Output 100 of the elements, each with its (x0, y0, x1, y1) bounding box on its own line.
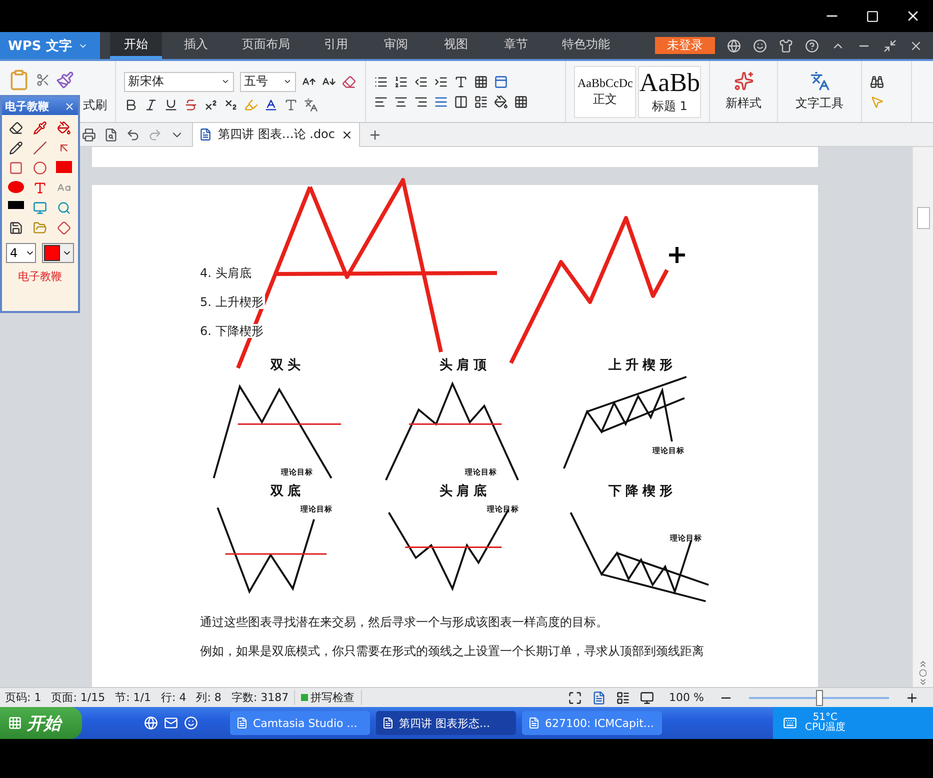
phonetic-icon[interactable] (304, 98, 318, 112)
tray-text: 51°C (812, 713, 838, 723)
bullet-list-icon[interactable] (374, 74, 388, 88)
page-view-icon[interactable] (592, 690, 606, 704)
indent-icon[interactable] (434, 74, 448, 88)
font-color-icon[interactable] (264, 98, 278, 112)
line-icon[interactable] (33, 141, 47, 155)
messenger-icon[interactable] (184, 716, 198, 730)
smile-icon[interactable] (753, 38, 767, 52)
mail-icon[interactable] (164, 716, 178, 730)
taskbar-window[interactable]: Camtasia Studio ... (230, 711, 370, 735)
font-size-field[interactable]: 五号 (240, 72, 296, 92)
taskbar-window[interactable]: 627100: ICMCapit... (522, 711, 662, 735)
font-name-field[interactable]: 新宋体 (124, 72, 234, 92)
ribbon-tab[interactable]: 引用 (310, 32, 362, 59)
search-icon[interactable] (57, 201, 71, 215)
outline-view-icon[interactable] (616, 690, 630, 704)
ribbon-tab[interactable]: 章节 (490, 32, 542, 59)
ellipse-icon[interactable] (33, 161, 47, 175)
maximize-icon[interactable] (866, 10, 879, 22)
zoom-slider-thumb[interactable] (816, 690, 824, 706)
underline-icon[interactable] (164, 98, 178, 112)
format-painter-label[interactable]: 式刷 (83, 97, 107, 114)
ribbon-tab[interactable]: 审阅 (370, 32, 422, 59)
ribbon-tab[interactable]: 视图 (430, 32, 482, 59)
shading-icon[interactable] (284, 98, 298, 112)
paint-bucket-icon[interactable] (57, 121, 71, 135)
distribute-icon[interactable] (454, 94, 468, 108)
help-icon[interactable] (805, 38, 819, 52)
paragraph: 通过这些图表寻找潜在来交易，然后寻求一个与形成该图表一样高度的目标。 (200, 614, 609, 631)
filled-ellipse-icon[interactable] (8, 181, 24, 193)
rectangle-icon[interactable] (9, 161, 23, 175)
style-preset[interactable]: AaBbCcDc 正文 (574, 66, 636, 118)
print-icon[interactable] (82, 128, 96, 142)
zoom-value: 100 % (668, 691, 705, 704)
text-icon[interactable] (33, 181, 47, 195)
pen-width-select[interactable]: 4 (6, 243, 36, 263)
sparkle-icon (734, 71, 754, 91)
fill-icon[interactable] (494, 94, 508, 108)
style-preset[interactable]: AaBb 标题 1 (638, 66, 701, 118)
taskbar-window[interactable]: 第四讲 图表形态... (376, 711, 516, 735)
folder-icon[interactable] (33, 221, 47, 235)
ribbon-tab[interactable]: 开始 (110, 32, 162, 59)
strikethrough-icon[interactable] (184, 98, 198, 112)
align-right-icon[interactable] (414, 94, 428, 108)
spell-check-button[interactable]: 拼写检查 (294, 690, 362, 705)
bold-icon[interactable] (124, 98, 138, 112)
pen-color-select[interactable] (42, 243, 74, 263)
monitor-icon[interactable] (33, 201, 47, 215)
browse-object-icon[interactable] (919, 669, 927, 677)
app-menu-button[interactable]: WPS 文字 (0, 32, 100, 59)
status-item: 页面: 1/15 (50, 690, 106, 705)
save-icon[interactable] (9, 221, 23, 235)
italic-icon[interactable] (144, 98, 158, 112)
pencil-icon[interactable] (9, 141, 23, 155)
numbered-list-icon[interactable] (394, 74, 408, 88)
preview-icon[interactable] (104, 128, 118, 142)
previous-page-icon[interactable] (918, 659, 928, 669)
ribbon-tab[interactable]: 插入 (170, 32, 222, 59)
start-button[interactable]: 开始 (0, 707, 82, 739)
status-item: 页码: 1 (4, 690, 42, 705)
table-icon[interactable] (474, 74, 488, 88)
color-swatch (44, 245, 60, 261)
close-icon[interactable] (341, 128, 353, 140)
list-item: 6. 下降楔形 (200, 324, 266, 338)
new-tab-icon[interactable] (368, 128, 382, 142)
browser-icon[interactable] (144, 716, 158, 730)
justify-icon[interactable] (434, 94, 448, 108)
shirt-icon[interactable] (779, 38, 793, 52)
scrollbar[interactable] (912, 147, 933, 687)
eraser-icon[interactable] (9, 121, 23, 135)
binoculars-icon[interactable] (870, 74, 884, 88)
target-label: 理论目标 (652, 446, 684, 456)
fullscreen-icon[interactable] (568, 690, 582, 704)
web-view-icon[interactable] (640, 690, 654, 704)
borders-icon[interactable] (514, 94, 528, 108)
globe-icon[interactable] (727, 38, 741, 52)
restore-icon[interactable] (883, 38, 897, 52)
pipette-icon[interactable] (33, 121, 47, 135)
scrollbar-thumb[interactable] (916, 207, 930, 229)
align-center-icon[interactable] (394, 94, 408, 108)
document-tab[interactable]: 第四讲 图表…论 .doc (192, 122, 360, 146)
undo-icon[interactable] (126, 128, 140, 142)
scissors-icon[interactable] (36, 73, 50, 87)
subscript-icon[interactable] (224, 98, 238, 112)
superscript-icon[interactable] (204, 98, 218, 112)
align-left-icon[interactable] (374, 94, 388, 108)
diamond-icon[interactable] (57, 221, 71, 235)
outdent-icon[interactable] (414, 74, 428, 88)
keyboard-icon[interactable] (783, 716, 797, 730)
ribbon-tab[interactable]: 特色功能 (550, 32, 622, 59)
ribbon-tab[interactable]: 页面布局 (230, 32, 302, 59)
frame-icon[interactable] (494, 74, 508, 88)
line-spacing-icon[interactable] (474, 94, 488, 108)
new-style-button[interactable]: 新样式 (718, 70, 769, 113)
paintbrush-icon[interactable] (56, 71, 74, 89)
next-page-icon[interactable] (918, 677, 928, 687)
text-tools-button[interactable]: 文字工具 (786, 70, 853, 113)
windows-logo-icon (8, 716, 22, 730)
zoom-in-icon[interactable] (905, 690, 919, 704)
